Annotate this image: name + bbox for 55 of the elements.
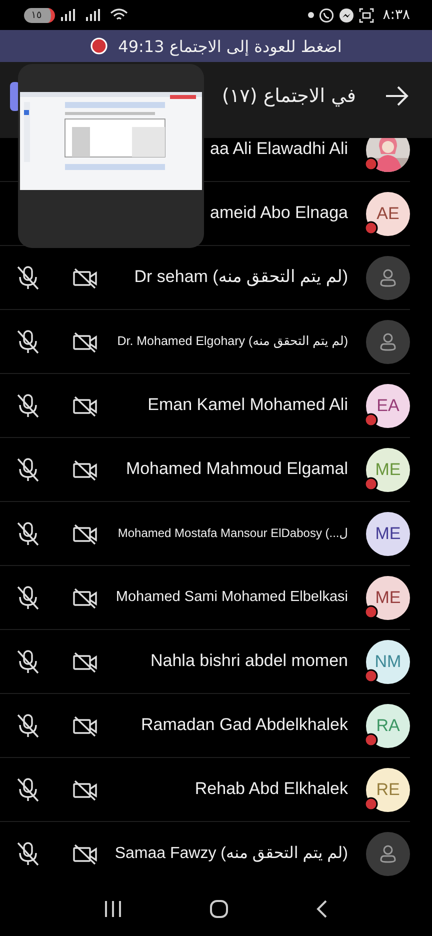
camera-off-icon[interactable] [72,586,98,608]
notification-dot-icon [308,12,314,18]
return-banner[interactable]: اضغط للعودة إلى الاجتماع 49:13 [0,30,432,62]
chat-bubble-icon [318,8,334,22]
participant-name: Dr seham (لم يتم التحقق منه) [133,267,349,288]
header-title: في الاجتماع (١٧) [222,85,356,107]
participant-name: Mohamed Mostafa Mansour ElDabosy (...ل [116,526,349,541]
mic-off-icon[interactable] [16,712,40,738]
camera-off-icon[interactable] [72,394,98,416]
banner-text: اضغط للعودة إلى الاجتماع 49:13 [118,36,342,56]
battery-indicator: ١٥ [24,8,55,22]
mic-off-icon[interactable] [16,520,40,546]
participant-name: Mohamed Sami Mohamed Elbelkasi [114,588,349,606]
camera-off-icon[interactable] [72,778,98,800]
camera-off-icon[interactable] [72,650,98,672]
participant-name: Nahla bishri abdel momen [150,651,349,672]
avatar: EA [366,384,410,428]
avatar: AE [366,192,410,236]
arrow-right-icon[interactable] [384,85,410,107]
avatar: ME [366,448,410,492]
participant-name: ameid Abo Elnaga [209,203,349,224]
camera-off-icon[interactable] [72,458,98,480]
back-icon[interactable] [315,899,329,919]
mic-off-icon[interactable] [16,776,40,802]
avatar: ME [366,512,410,556]
home-icon[interactable] [209,899,229,919]
mic-off-icon[interactable] [16,648,40,674]
avatar: RE [366,768,410,812]
screen-capture-icon [358,8,374,22]
camera-off-icon[interactable] [72,266,98,288]
recent-apps-icon[interactable] [103,900,123,918]
avatar: ME [366,576,410,620]
participant-name: aa Ali Elawadhi Ali [209,139,349,160]
avatar: NM [366,640,410,684]
participant-name: Rehab Abd Elkhalek [194,779,349,800]
avatar: RA [366,704,410,748]
wifi-icon [110,8,128,22]
mic-off-icon[interactable] [16,456,40,482]
camera-off-icon[interactable] [72,522,98,544]
mic-off-icon[interactable] [16,328,40,354]
participant-name: Dr. Mohamed Elgohary (لم يتم التحقق منه) [116,334,349,349]
mic-off-icon[interactable] [16,264,40,290]
message-bubble-icon [338,8,354,22]
video-preview[interactable] [18,64,204,248]
mic-off-icon[interactable] [16,584,40,610]
clock-time: ٨:٣٨ [382,7,410,23]
camera-off-icon[interactable] [72,842,98,864]
participant-name: Mohamed Mahmoud Elgamal [124,459,349,480]
camera-off-icon[interactable] [72,714,98,736]
participant-name: Samaa Fawzy (لم يتم التحقق منه) [114,844,349,864]
camera-off-icon[interactable] [72,330,98,352]
participant-name: Ramadan Gad Abdelkhalek [140,715,349,736]
mic-off-icon[interactable] [16,840,40,866]
mic-off-icon[interactable] [16,392,40,418]
participant-name: Eman Kamel Mohamed Ali [146,395,349,416]
